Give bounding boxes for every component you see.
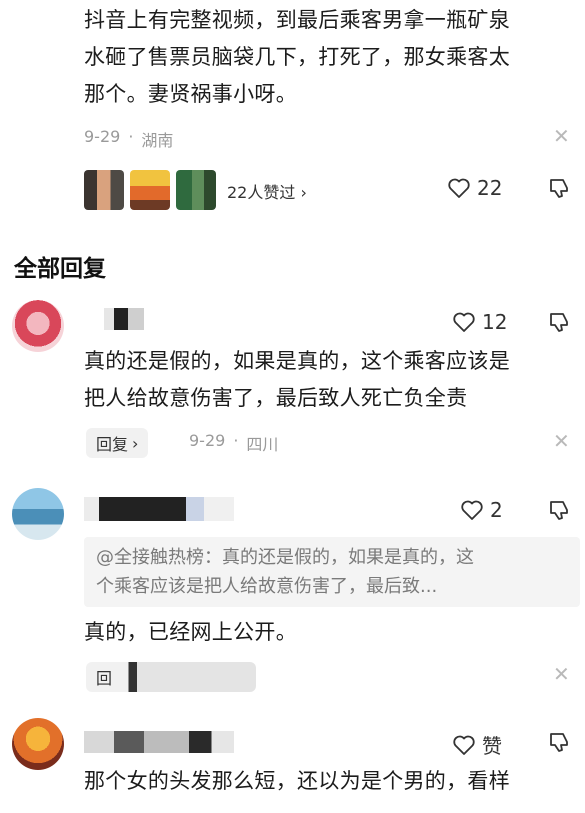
quote-line-2: 个乘客应该是把人给故意伤害了，最后致...	[96, 576, 438, 597]
reply-2-like[interactable]: 2	[460, 498, 503, 522]
reply-1-like[interactable]: 12	[452, 310, 507, 334]
like-count: 22	[477, 176, 503, 200]
top-comment-line-1: 抖音上有完整视频，到最后乘客男拿一瓶矿泉	[84, 8, 510, 32]
username-pixelated[interactable]	[84, 497, 234, 521]
like-label: 赞	[482, 734, 502, 758]
liker-avatar	[176, 170, 216, 210]
dislike-icon[interactable]	[548, 731, 570, 753]
top-comment-location: 湖南	[141, 131, 174, 150]
reply-button[interactable]: 回	[86, 662, 256, 692]
heart-icon	[453, 735, 475, 755]
like-count: 12	[482, 310, 508, 334]
avatar[interactable]	[12, 718, 64, 770]
liker-avatars[interactable]	[84, 170, 216, 210]
username-pixelated[interactable]	[104, 308, 144, 330]
username-pixelated[interactable]	[84, 731, 234, 753]
reply-1-line-2: 把人给故意伤害了，最后致人死亡负全责	[84, 386, 468, 410]
reply-2-text: 真的，已经网上公开。	[84, 620, 297, 644]
reply-button-label: 回	[96, 669, 113, 688]
close-icon[interactable]: ✕	[553, 662, 570, 686]
section-title: 全部回复	[14, 256, 106, 282]
meta-separator: ·	[233, 431, 239, 450]
reply-1-meta: 9-29 · 四川	[189, 431, 278, 455]
quoted-comment[interactable]: @全接触热榜：真的还是假的，如果是真的，这 个乘客应该是把人给故意伤害了，最后致…	[84, 537, 580, 607]
dislike-icon[interactable]	[548, 499, 570, 521]
liker-avatar	[84, 170, 124, 210]
likers-link[interactable]: 22人赞过 ›	[227, 179, 307, 203]
heart-icon	[448, 178, 470, 198]
reply-button[interactable]: 回复 ›	[86, 428, 149, 458]
reply-3-like[interactable]: 赞	[452, 730, 502, 759]
avatar[interactable]	[12, 300, 64, 352]
reply-1-line-1: 真的还是假的，如果是真的，这个乘客应该是	[84, 349, 510, 373]
liker-avatar	[130, 170, 170, 210]
quote-line-1: @全接触热榜：真的还是假的，如果是真的，这	[96, 547, 474, 568]
dislike-icon[interactable]	[548, 311, 570, 333]
dislike-icon[interactable]	[548, 177, 570, 199]
close-icon[interactable]: ✕	[553, 429, 570, 453]
heart-icon	[461, 500, 483, 520]
meta-separator: ·	[128, 127, 134, 146]
chevron-right-icon: ›	[132, 433, 139, 453]
reply-1-location: 四川	[246, 435, 279, 454]
reply-3-text: 那个女的头发那么短，还以为是个男的，看样	[84, 769, 510, 793]
reply-1-date: 9-29	[189, 431, 226, 450]
top-comment-like[interactable]: 22	[447, 176, 502, 200]
top-comment-line-2: 水砸了售票员脑袋几下，打死了，那女乘客太	[84, 45, 510, 69]
close-icon[interactable]: ✕	[553, 124, 570, 148]
top-comment-date: 9-29	[84, 127, 121, 146]
reply-button-label: 回复	[96, 435, 129, 454]
top-comment-line-3: 那个。妻贤祸事小呀。	[84, 82, 297, 106]
heart-icon	[453, 312, 475, 332]
like-count: 2	[490, 498, 503, 522]
avatar[interactable]	[12, 488, 64, 540]
top-comment-meta: 9-29 · 湖南	[84, 127, 173, 151]
